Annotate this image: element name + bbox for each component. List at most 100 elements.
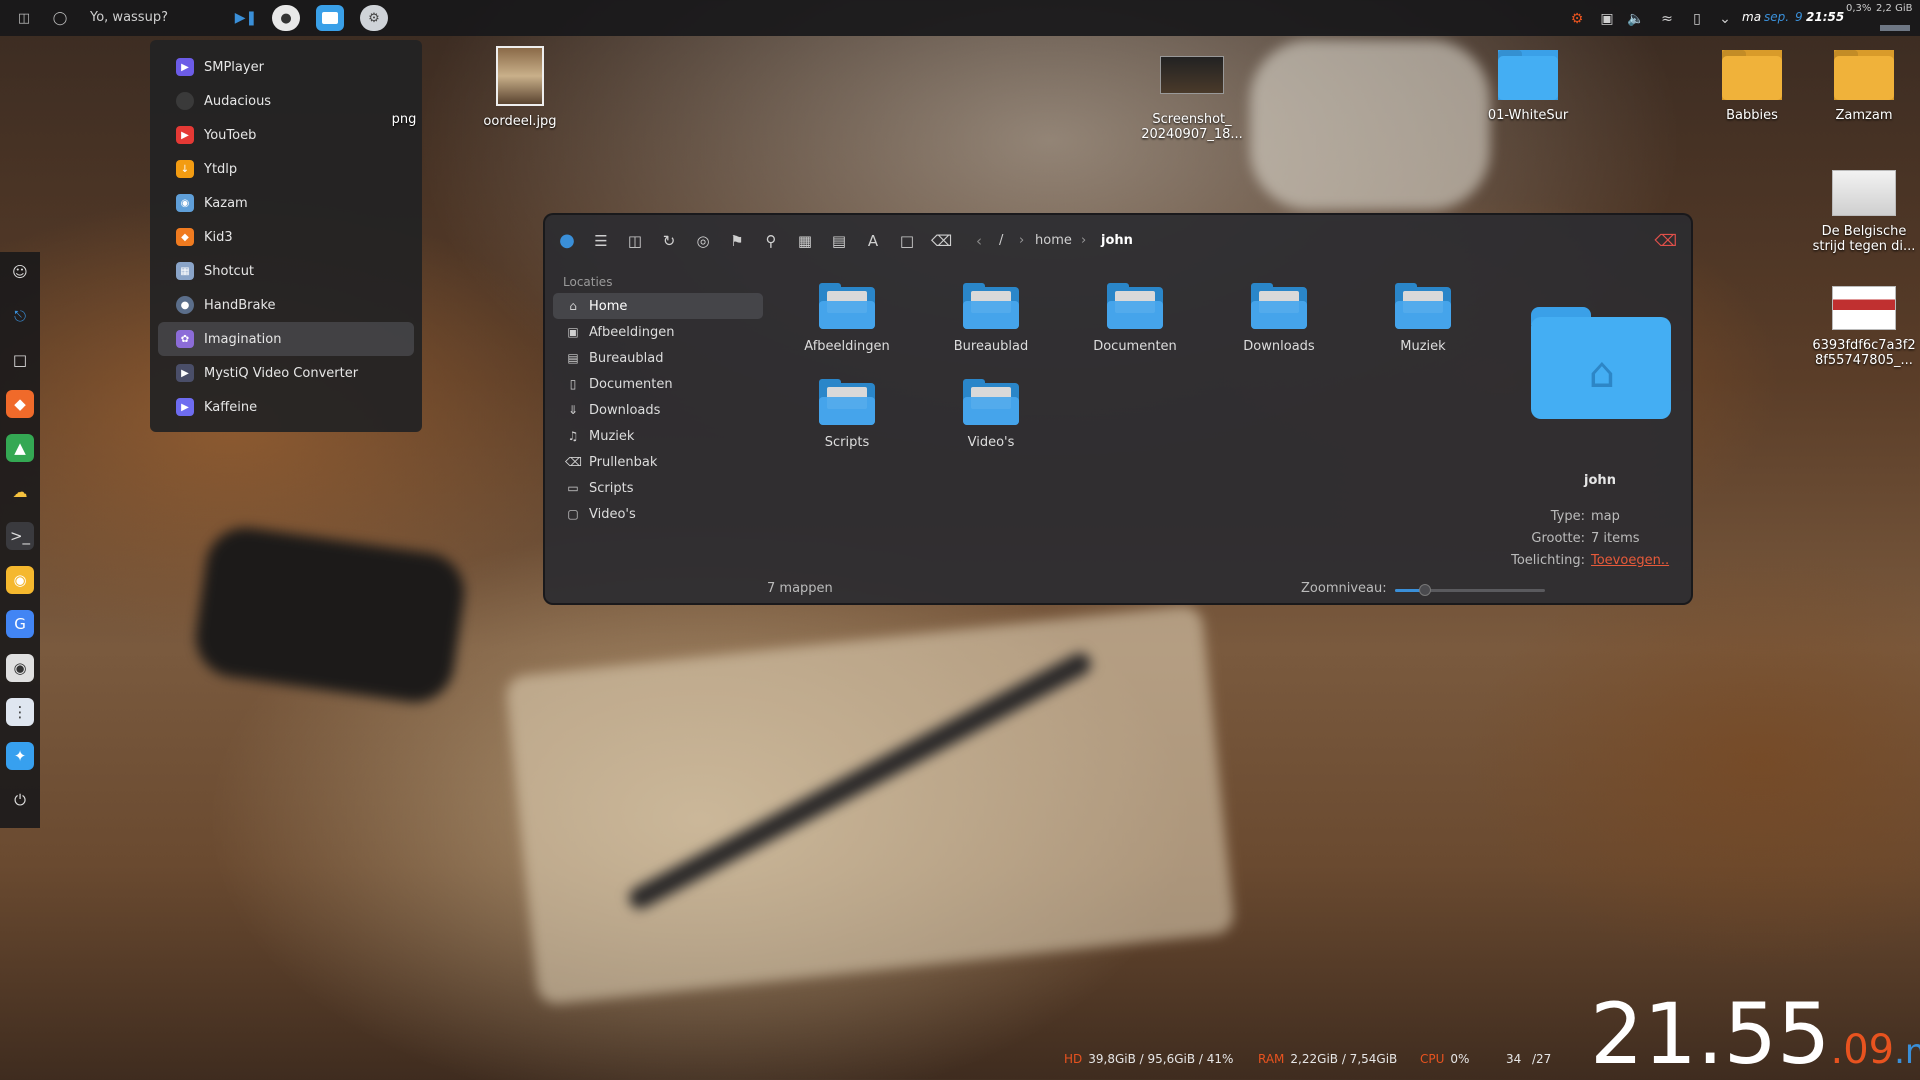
sidebar-item-downloads[interactable]: ⇓ Downloads (553, 397, 763, 423)
temp2-value: /27 (1532, 1052, 1552, 1066)
trash-icon[interactable]: ⌫ (931, 231, 952, 251)
menu-item-shotcut[interactable]: ▦ Shotcut (158, 254, 414, 288)
icon-view-icon[interactable]: ▦ (795, 231, 815, 251)
zoom-slider[interactable] (1395, 584, 1545, 596)
folder-videos[interactable]: Video's (931, 379, 1051, 450)
preview-icon[interactable]: ◎ (693, 231, 713, 251)
desktop-folder-zamzam[interactable]: Zamzam (1804, 50, 1920, 123)
desktop-folder-whitesur[interactable]: 01-WhiteSur (1468, 50, 1588, 123)
rename-icon[interactable]: A (863, 231, 883, 251)
zoom-slider-handle[interactable] (1419, 584, 1431, 596)
headphones-icon[interactable]: ⎋ (6, 302, 34, 330)
folder-muziek[interactable]: Muziek (1363, 283, 1483, 354)
desktop-file-belgische[interactable]: De Belgische strijd tegen di... (1804, 170, 1920, 254)
battery-icon[interactable]: ▯ (1688, 10, 1706, 28)
desktop-icon-label: png (391, 112, 417, 127)
calculator-icon[interactable]: ⋮ (6, 698, 34, 726)
search-icon[interactable]: ⚲ (761, 231, 781, 251)
settings-task-icon[interactable]: ⚙ (360, 5, 388, 31)
menu-item-kid3[interactable]: ◆ Kid3 (158, 220, 414, 254)
volume-icon[interactable]: 🔈 (1627, 10, 1645, 28)
app-store-icon[interactable]: ✦ (6, 742, 34, 770)
back-icon[interactable]: ‹ (969, 231, 989, 251)
info-key: Toelichting: (1511, 553, 1585, 568)
network-icon[interactable]: ≈ (1658, 10, 1676, 28)
clock-day: ma (1905, 1032, 1920, 1072)
menu-item-label: SMPlayer (204, 59, 264, 75)
camera-icon[interactable]: ◉ (6, 654, 34, 682)
folder-scripts[interactable]: Scripts (787, 379, 907, 450)
shotcut-icon: ▦ (176, 262, 194, 280)
maps-icon[interactable]: ▲ (6, 434, 34, 462)
desktop-file-screenshot[interactable]: Screenshot_ 20240907_18... (1132, 56, 1252, 142)
weather-icon[interactable]: ☁ (6, 478, 34, 506)
folder-afbeeldingen[interactable]: Afbeeldingen (787, 283, 907, 354)
sidebar-item-scripts[interactable]: ▭ Scripts (553, 475, 763, 501)
window-layout-icon[interactable]: ◫ (12, 8, 36, 28)
menu-item-label: MystiQ Video Converter (204, 365, 359, 381)
top-clock[interactable]: 21:55 (1806, 10, 1844, 24)
breadcrumb-home[interactable]: home (1035, 233, 1072, 248)
menu-item-label: Kaffeine (204, 399, 258, 415)
folder-label: Downloads (1243, 339, 1315, 354)
breadcrumb-current[interactable]: john (1101, 233, 1133, 248)
sidebar-item-bureaublad[interactable]: ▤ Bureaublad (553, 345, 763, 371)
sidebar-item-afbeeldingen[interactable]: ▣ Afbeeldingen (553, 319, 763, 345)
lightbulb-icon[interactable]: ◉ (6, 566, 34, 594)
desktop-file-oordeel[interactable]: oordeel.jpg (460, 46, 580, 129)
monitor-icon[interactable]: □ (6, 346, 34, 374)
menu-item-kaffeine[interactable]: ▶ Kaffeine (158, 390, 414, 424)
translate-icon[interactable]: G (6, 610, 34, 638)
menu-item-ytdlp[interactable]: ↓ Ytdlp (158, 152, 414, 186)
play-pause-icon[interactable]: ▶❚ (232, 5, 260, 31)
folder-bureaublad[interactable]: Bureaublad (931, 283, 1051, 354)
breadcrumb-root[interactable]: / (999, 233, 1003, 248)
chevron-down-icon[interactable]: ⌄ (1716, 10, 1734, 28)
desktop-file-png[interactable]: png (374, 112, 434, 127)
music-icon: ♫ (567, 429, 579, 443)
sidebar-item-label: Bureaublad (589, 350, 664, 366)
power-icon[interactable]: ⏻ (6, 786, 34, 814)
user-icon[interactable]: ☺ (6, 258, 34, 286)
terminal-icon[interactable]: >_ (6, 522, 34, 550)
add-note-link[interactable]: Toevoegen.. (1591, 553, 1669, 568)
menu-item-smplayer[interactable]: ▶ SMPlayer (158, 50, 414, 84)
app-menu-icon[interactable]: ● (557, 231, 577, 251)
menu-item-label: HandBrake (204, 297, 276, 313)
desktop-icon-label: Zamzam (1835, 108, 1893, 123)
sidebar-toggle-icon[interactable]: ☰ (591, 231, 611, 251)
desktop-folder-babbies[interactable]: Babbies (1692, 50, 1812, 123)
menu-item-label: Ytdlp (204, 161, 238, 177)
clipboard-icon[interactable]: ▣ (1598, 10, 1616, 28)
left-dock: ☺ ⎋ □ ◆ ▲ ☁ >_ ◉ G ◉ ⋮ ✦ ⏻ (0, 252, 40, 828)
update-icon[interactable]: ⚙ (1568, 10, 1586, 28)
screenshot-icon[interactable]: ◯ (48, 8, 72, 28)
kaffeine-icon: ▶ (176, 398, 194, 416)
cpu-value: 0% (1450, 1052, 1470, 1066)
obs-icon[interactable]: ● (272, 5, 300, 31)
ram-label: RAM (1258, 1052, 1285, 1066)
delete-icon[interactable]: ⌫ (1654, 231, 1677, 250)
file-manager-task-icon[interactable] (316, 5, 344, 31)
sidebar-item-videos[interactable]: ▢ Video's (553, 501, 763, 527)
folder-documenten[interactable]: Documenten (1075, 283, 1195, 354)
refresh-icon[interactable]: ↻ (659, 231, 679, 251)
sidebar-item-home[interactable]: ⌂ Home (553, 293, 763, 319)
sidebar-item-prullenbak[interactable]: ⌫ Prullenbak (553, 449, 763, 475)
menu-item-handbrake[interactable]: ● HandBrake (158, 288, 414, 322)
brave-icon[interactable]: ◆ (6, 390, 34, 418)
menu-item-imagination[interactable]: ✿ Imagination (158, 322, 414, 356)
new-file-icon[interactable]: □ (897, 231, 917, 251)
clock-separator: . (1696, 985, 1724, 1080)
split-view-icon[interactable]: ◫ (625, 231, 645, 251)
desktop-file-hash[interactable]: 6393fdf6c7a3f2 8f55747805_... (1804, 286, 1920, 368)
menu-item-kazam[interactable]: ◉ Kazam (158, 186, 414, 220)
details-view-icon[interactable]: ▤ (829, 231, 849, 251)
sidebar-item-documenten[interactable]: ▯ Documenten (553, 371, 763, 397)
bookmark-icon[interactable]: ⚑ (727, 231, 747, 251)
sidebar-item-muziek[interactable]: ♫ Muziek (553, 423, 763, 449)
multimedia-app-menu: ▶ SMPlayer Audacious ▶ YouToeb ↓ Ytdlp ◉ Kaz… (150, 40, 422, 432)
folder-downloads[interactable]: Downloads (1219, 283, 1339, 354)
document-icon: ▯ (569, 377, 577, 391)
menu-item-mystiq[interactable]: ▶ MystiQ Video Converter (158, 356, 414, 390)
